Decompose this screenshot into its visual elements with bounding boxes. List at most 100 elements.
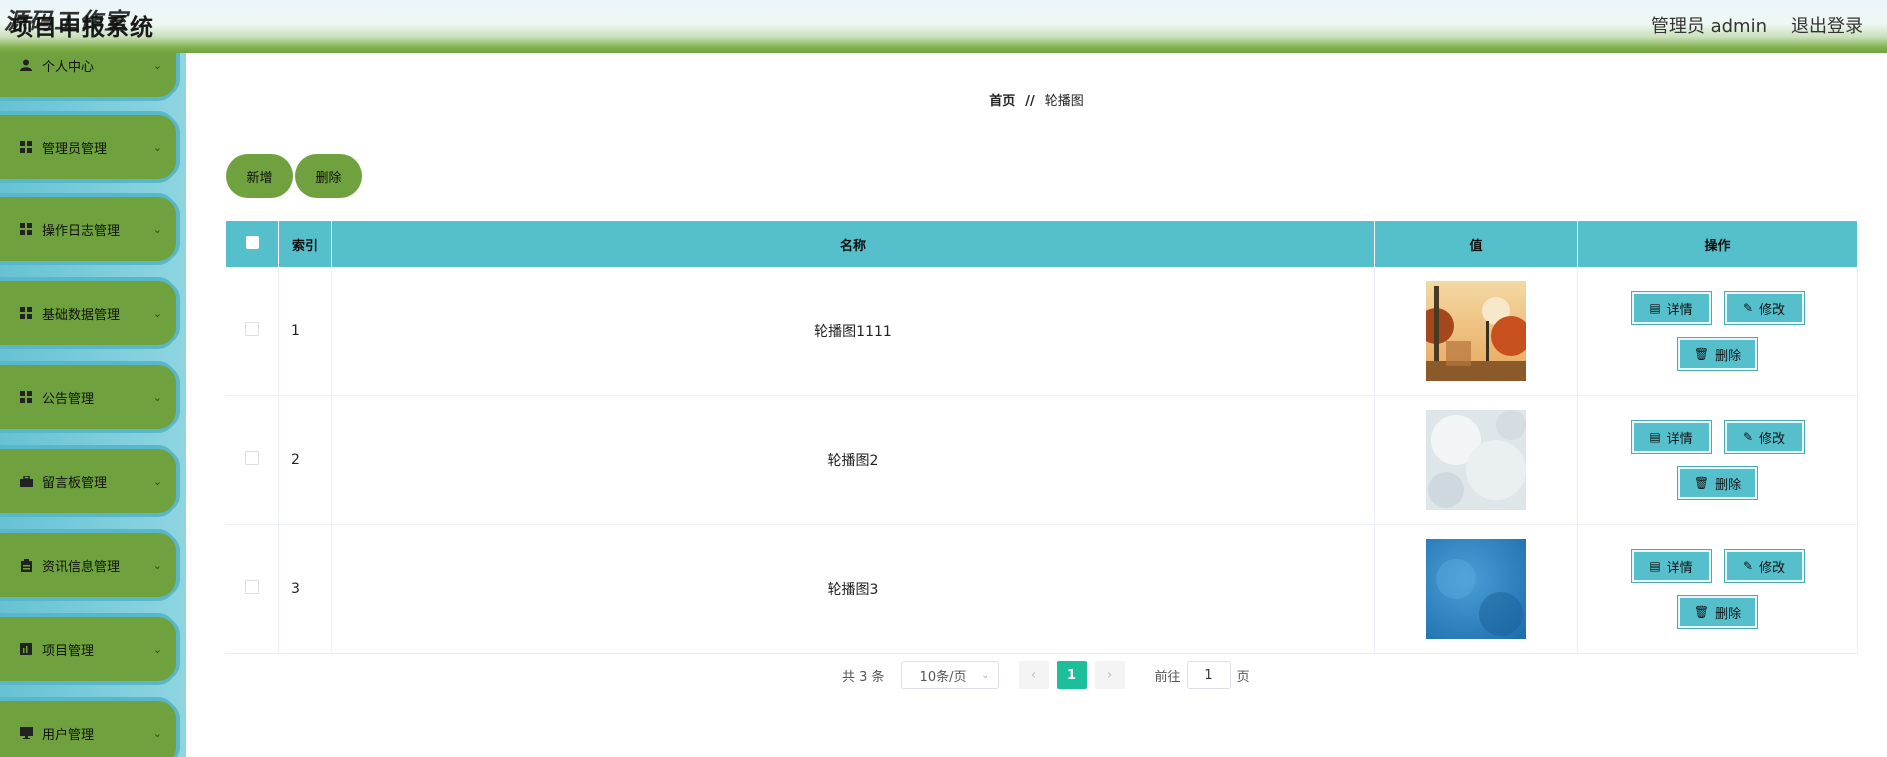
chevron-down-icon: ⌄ — [152, 642, 162, 656]
sidebar-item-label: 用户管理 — [42, 727, 95, 743]
clipboard-icon — [19, 558, 33, 572]
sidebar-item-label: 操作日志管理 — [42, 223, 121, 239]
page-size-select[interactable]: 10条/页 ⌄ — [900, 661, 999, 689]
row-actions-cell: ▤ 详情 ✎ 修改 🗑 删除 — [1577, 524, 1858, 654]
prev-page-button[interactable]: ‹ — [1018, 661, 1049, 689]
top-header: 项目申报系统 源码工作室 管理员 admin 退出登录 — [0, 0, 1887, 53]
detail-button[interactable]: ▤ 详情 — [1630, 549, 1712, 583]
chart-icon — [19, 642, 33, 656]
sidebar-item-project[interactable]: 项目管理 ⌄ — [0, 617, 176, 681]
grid-icon — [19, 222, 33, 236]
row-thumbnail-cell — [1374, 395, 1578, 525]
page-size-value: 10条/页 — [919, 669, 967, 685]
breadcrumb-current: 轮播图 — [1044, 94, 1084, 109]
row-checkbox[interactable] — [245, 451, 259, 465]
pencil-icon: ✎ — [1742, 430, 1754, 444]
breadcrumb-home[interactable]: 首页 — [989, 94, 1015, 109]
sidebar-item-operation-log[interactable]: 操作日志管理 ⌄ — [0, 197, 176, 261]
sidebar-item-message-board[interactable]: 留言板管理 ⌄ — [0, 449, 176, 513]
sidebar-item-personal-center[interactable]: 个人中心 ⌄ — [0, 53, 176, 97]
autumn-street-image[interactable] — [1426, 281, 1526, 381]
goto-page-input[interactable]: 1 — [1186, 661, 1231, 689]
row-name: 轮播图2 — [331, 395, 1375, 525]
chevron-down-icon: ⌄ — [152, 726, 162, 740]
header-user-area: 管理员 admin 退出登录 — [1651, 12, 1863, 38]
trash-icon: 🗑 — [1693, 605, 1710, 619]
row-select-cell — [226, 524, 279, 654]
document-icon: ▤ — [1649, 430, 1661, 444]
row-select-cell — [226, 267, 279, 396]
detail-button[interactable]: ▤ 详情 — [1630, 291, 1712, 325]
sidebar-item-news[interactable]: 资讯信息管理 ⌄ — [0, 533, 176, 597]
sidebar-item-label: 公告管理 — [42, 391, 95, 407]
detail-label: 详情 — [1666, 431, 1693, 447]
page-number-current[interactable]: 1 — [1056, 661, 1087, 689]
edit-button[interactable]: ✎ 修改 — [1723, 549, 1805, 583]
delete-label: 删除 — [1715, 477, 1742, 493]
document-icon: ▤ — [1649, 559, 1661, 573]
column-header-actions: 操作 — [1577, 221, 1858, 267]
briefcase-icon — [19, 474, 33, 488]
chevron-down-icon: ⌄ — [152, 222, 162, 236]
edit-button[interactable]: ✎ 修改 — [1723, 420, 1805, 454]
document-icon: ▤ — [1649, 301, 1661, 315]
trash-icon: 🗑 — [1693, 476, 1710, 490]
pencil-icon: ✎ — [1742, 301, 1754, 315]
row-delete-button[interactable]: 🗑 删除 — [1677, 595, 1758, 629]
sidebar-item-label: 个人中心 — [42, 59, 95, 75]
sidebar-item-label: 资讯信息管理 — [42, 559, 121, 575]
chevron-down-icon: ⌄ — [152, 140, 162, 154]
goto-page: 前往 1 页 — [1155, 661, 1250, 689]
sidebar-item-admin-management[interactable]: 管理员管理 ⌄ — [0, 115, 176, 179]
chevron-down-icon: ⌄ — [152, 58, 162, 72]
detail-label: 详情 — [1666, 560, 1693, 576]
row-checkbox[interactable] — [245, 322, 259, 336]
trash-icon: 🗑 — [1693, 347, 1710, 361]
carousel-table: 索引 名称 值 操作 1 轮播图1111 ▤ 详情 ✎ 修改 🗑 删除 2 轮播… — [226, 221, 1858, 654]
add-button[interactable]: 新增 — [226, 154, 293, 198]
row-actions-cell: ▤ 详情 ✎ 修改 🗑 删除 — [1577, 267, 1858, 396]
sidebar-item-label: 项目管理 — [42, 643, 95, 659]
blue-texture-image[interactable] — [1426, 539, 1526, 639]
sidebar-item-basic-data[interactable]: 基础数据管理 ⌄ — [0, 281, 176, 345]
delete-label: 删除 — [1715, 348, 1742, 364]
row-delete-button[interactable]: 🗑 删除 — [1677, 466, 1758, 500]
row-index: 2 — [278, 395, 332, 525]
select-all-checkbox[interactable] — [245, 235, 259, 249]
goto-prefix: 前往 — [1154, 669, 1181, 685]
row-actions-cell: ▤ 详情 ✎ 修改 🗑 删除 — [1577, 395, 1858, 525]
table-row: 2 轮播图2 ▤ 详情 ✎ 修改 🗑 删除 — [226, 395, 1858, 525]
admin-label: 管理员 admin — [1650, 16, 1767, 37]
edit-label: 修改 — [1759, 431, 1786, 447]
row-name: 轮播图3 — [331, 524, 1375, 654]
pale-cloud-image[interactable] — [1426, 410, 1526, 510]
table-row: 1 轮播图1111 ▤ 详情 ✎ 修改 🗑 删除 — [226, 267, 1858, 396]
row-checkbox[interactable] — [245, 580, 259, 594]
edit-button[interactable]: ✎ 修改 — [1723, 291, 1805, 325]
edit-label: 修改 — [1759, 560, 1786, 576]
sidebar-item-user-management[interactable]: 用户管理 ⌄ — [0, 701, 176, 757]
sidebar-item-notice[interactable]: 公告管理 ⌄ — [0, 365, 176, 429]
table-header-row: 索引 名称 值 操作 — [226, 221, 1858, 267]
batch-delete-button[interactable]: 删除 — [295, 154, 362, 198]
edit-label: 修改 — [1759, 302, 1786, 318]
detail-label: 详情 — [1666, 302, 1693, 318]
breadcrumb: 首页 // 轮播图 — [186, 90, 1887, 109]
grid-icon — [19, 140, 33, 154]
row-thumbnail-cell — [1374, 524, 1578, 654]
pencil-icon: ✎ — [1742, 559, 1754, 573]
detail-button[interactable]: ▤ 详情 — [1630, 420, 1712, 454]
column-header-value: 值 — [1374, 221, 1578, 267]
select-all-cell — [226, 221, 279, 267]
sidebar-item-label: 留言板管理 — [42, 475, 108, 491]
pagination-total: 共 3 条 — [842, 669, 885, 685]
chevron-right-icon: › — [1106, 667, 1113, 683]
column-header-name: 名称 — [331, 221, 1375, 267]
next-page-button[interactable]: › — [1094, 661, 1125, 689]
chevron-down-icon: ⌄ — [152, 390, 162, 404]
chevron-down-icon: ⌄ — [152, 474, 162, 488]
goto-suffix: 页 — [1236, 669, 1250, 685]
row-delete-button[interactable]: 🗑 删除 — [1677, 337, 1758, 371]
monitor-icon — [19, 726, 33, 740]
logout-link[interactable]: 退出登录 — [1791, 12, 1863, 38]
